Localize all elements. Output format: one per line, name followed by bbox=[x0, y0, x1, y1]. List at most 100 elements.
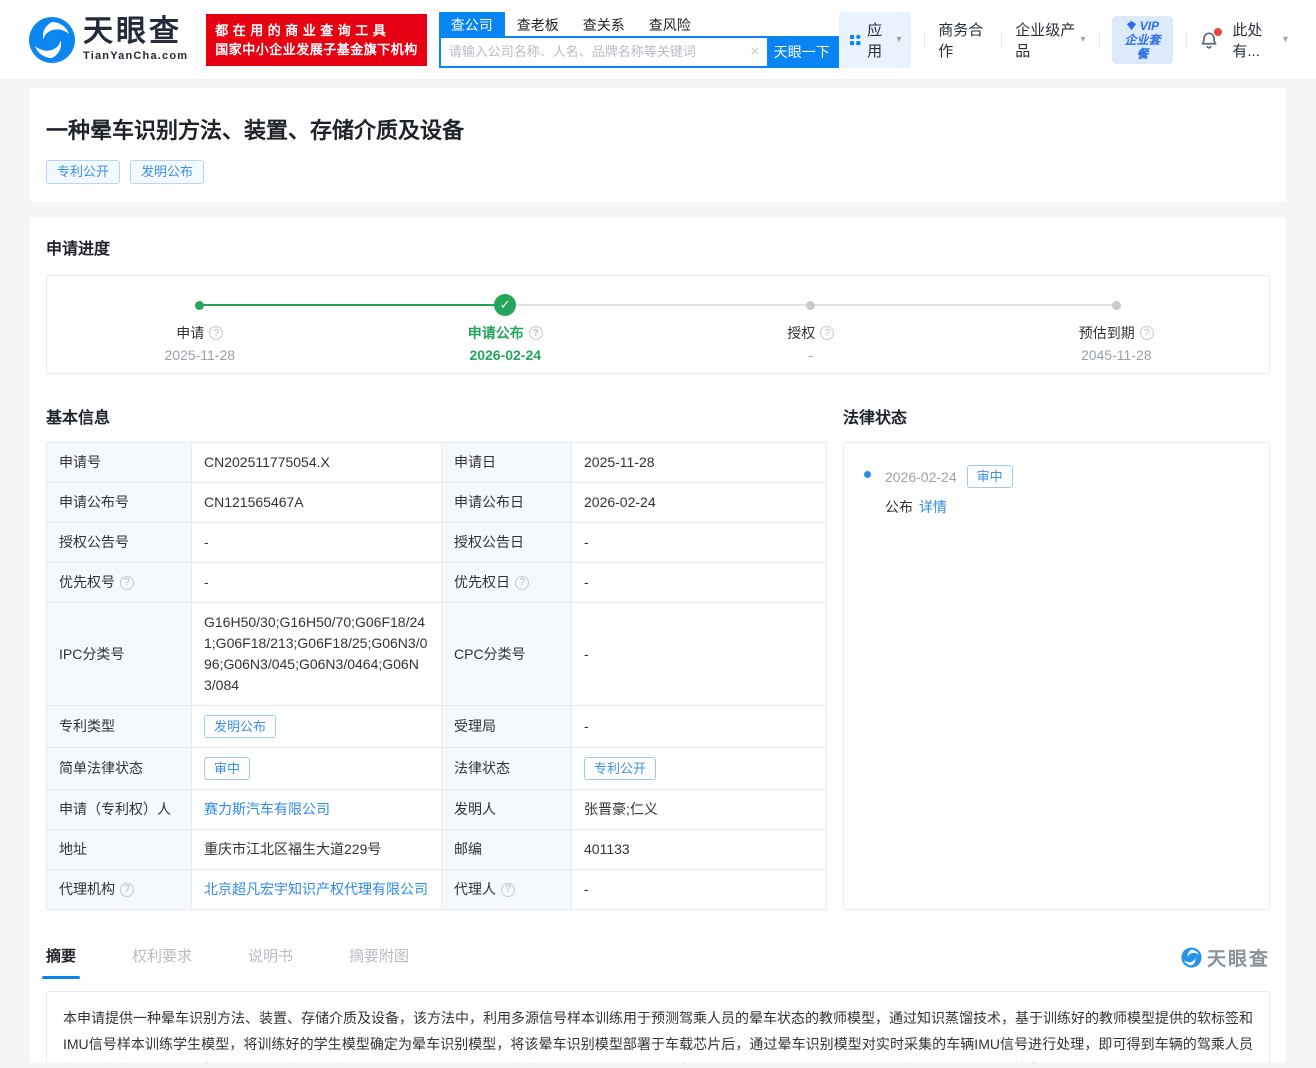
table-row: 申请号 CN202511775054.X 申请日 2025-11-28 bbox=[46, 442, 827, 483]
status-badge: 审中 bbox=[204, 757, 251, 780]
help-icon[interactable]: ? bbox=[120, 882, 134, 897]
info-columns: 基本信息 申请号 CN202511775054.X 申请日 2025-11-28 申请公… bbox=[46, 404, 1270, 910]
info-label-text: 优先权日 bbox=[454, 574, 510, 590]
promo-banner: 都在用的商业查询工具 国家中小企业发展子基金旗下机构 bbox=[206, 13, 427, 66]
nav-more[interactable]: 此处有... ▾ bbox=[1232, 19, 1288, 61]
doc-tab-2[interactable]: 说明书 bbox=[248, 945, 293, 979]
notification-dot bbox=[1214, 27, 1223, 36]
info-label: 地址 bbox=[59, 839, 179, 860]
doc-tab-1[interactable]: 权利要求 bbox=[132, 945, 192, 979]
search-tab-boss[interactable]: 查老板 bbox=[505, 12, 571, 36]
timeline-step-label: 预估到期? bbox=[1079, 323, 1154, 343]
abstract-panel: 本申请提供一种晕车识别方法、装置、存储介质及设备，该方法中，利用多源信号样本训练… bbox=[46, 991, 1270, 1063]
timeline-dot-wrap bbox=[195, 294, 205, 316]
help-icon[interactable]: ? bbox=[515, 575, 529, 590]
info-value: - bbox=[204, 534, 209, 550]
search-area: 查公司查老板查关系查风险 × 天眼一下 bbox=[438, 11, 839, 68]
table-row: IPC分类号 G16H50/30;G16H50/70;G06F18/241;G06… bbox=[46, 602, 827, 706]
table-row: 简单法律状态 审中 法律状态 专利公开 bbox=[46, 747, 827, 790]
legal-status-top: 2026-02-24 审中 bbox=[885, 465, 1249, 488]
help-icon[interactable]: ? bbox=[209, 326, 224, 340]
info-label-text: 发明人 bbox=[454, 801, 496, 817]
info-label-cell: CPC分类号 bbox=[441, 602, 572, 706]
logo-title: 天眼查 bbox=[83, 15, 182, 48]
info-label-cell: 申请公布号 bbox=[46, 482, 192, 523]
table-row: 授权公告号 - 授权公告日 - bbox=[46, 522, 827, 563]
nav-enterprise-products[interactable]: 企业级产品 ▾ bbox=[1015, 19, 1085, 61]
info-value: CN121565467A bbox=[204, 494, 304, 510]
info-value-cell: 401133 bbox=[571, 829, 827, 870]
info-label-cell: 申请日 bbox=[441, 442, 572, 483]
info-label-text: 专利类型 bbox=[59, 718, 115, 734]
timeline-step-date: 2045-11-28 bbox=[1080, 347, 1152, 363]
search-input[interactable] bbox=[440, 37, 743, 66]
info-label-text: 简单法律状态 bbox=[59, 760, 143, 776]
info-label: 发明人 bbox=[454, 799, 559, 820]
info-label-text: 优先权号 bbox=[59, 574, 115, 590]
info-label-cell: 地址 bbox=[46, 829, 192, 870]
info-value: - bbox=[584, 534, 589, 550]
info-label-text: 申请号 bbox=[59, 454, 101, 470]
info-label-cell: IPC分类号 bbox=[46, 602, 192, 706]
apps-grid-icon bbox=[849, 34, 861, 45]
info-value-cell: 2025-11-28 bbox=[571, 442, 827, 483]
info-value-cell: 赛力斯汽车有限公司 bbox=[191, 789, 442, 830]
doc-tab-0[interactable]: 摘要 bbox=[46, 945, 76, 979]
info-label-cell: 代理机构? bbox=[46, 869, 192, 910]
promo-banner-line2: 国家中小企业发展子基金旗下机构 bbox=[215, 41, 418, 57]
timeline-step-label: 授权? bbox=[787, 323, 835, 343]
clear-icon[interactable]: × bbox=[743, 38, 767, 66]
patent-detail-card: 申请进度 申请? 2025-11-28 ✓ 申请公布? 2026-02-24 授权? - 预估… bbox=[30, 217, 1286, 1063]
info-label-text: IPC分类号 bbox=[59, 645, 125, 662]
page-title: 一种晕车识别方法、装置、存储介质及设备 bbox=[46, 118, 465, 143]
info-value: 张晋豪;仁义 bbox=[584, 801, 658, 817]
vip-package-button[interactable]: VIP 企业套餐 bbox=[1112, 15, 1173, 64]
timeline-dot-wrap: ✓ bbox=[494, 294, 517, 316]
info-link[interactable]: 赛力斯汽车有限公司 bbox=[204, 801, 330, 817]
document-tabs-row: 摘要 权利要求 说明书 摘要附图 天眼查 bbox=[46, 944, 1270, 979]
vip-label: VIP bbox=[1139, 18, 1160, 33]
help-icon[interactable]: ? bbox=[120, 575, 134, 590]
tianyancha-logo[interactable]: 天眼查 TianYanCha.com bbox=[28, 16, 188, 64]
info-label: 申请日 bbox=[454, 452, 559, 473]
info-label-text: 代理机构 bbox=[59, 881, 115, 897]
info-value-cell: CN121565467A bbox=[191, 482, 442, 523]
info-label-cell: 优先权号? bbox=[46, 562, 192, 603]
apps-label: 应用 bbox=[867, 21, 883, 60]
step-label-text: 授权 bbox=[787, 325, 816, 341]
timeline-dot bbox=[1111, 300, 1121, 310]
help-icon[interactable]: ? bbox=[820, 326, 835, 340]
step-label-text: 申请 bbox=[176, 325, 205, 341]
application-progress-timeline: 申请? 2025-11-28 ✓ 申请公布? 2026-02-24 授权? - 预估到期? 20… bbox=[46, 275, 1270, 374]
search-tab-company[interactable]: 查公司 bbox=[438, 11, 505, 36]
help-icon[interactable]: ? bbox=[1139, 326, 1154, 340]
info-link[interactable]: 北京超凡宏宇知识产权代理有限公司 bbox=[204, 881, 428, 897]
info-value-cell: 发明公布 bbox=[191, 705, 442, 748]
timeline-step-label: 申请? bbox=[176, 323, 224, 343]
info-value: CN202511775054.X bbox=[204, 454, 330, 470]
info-label-cell: 法律状态 bbox=[441, 747, 572, 790]
legal-status-detail: 公布 详情 bbox=[885, 497, 1249, 517]
timeline-step: 预估到期? 2045-11-28 bbox=[964, 276, 1270, 373]
help-icon[interactable]: ? bbox=[501, 882, 515, 897]
search-tab-relation[interactable]: 查关系 bbox=[571, 12, 637, 36]
legal-detail-link[interactable]: 详情 bbox=[919, 497, 947, 517]
section-title-legal-status: 法律状态 bbox=[843, 410, 908, 427]
divider bbox=[1185, 31, 1187, 48]
search-tab-risk[interactable]: 查风险 bbox=[637, 12, 703, 36]
help-icon[interactable]: ? bbox=[528, 326, 543, 340]
notifications-button[interactable] bbox=[1199, 27, 1223, 50]
search-button[interactable]: 天眼一下 bbox=[766, 37, 837, 66]
legal-status-date: 2026-02-24 bbox=[885, 468, 957, 485]
info-label: 受理局 bbox=[454, 716, 559, 737]
nav-business-cooperation[interactable]: 商务合作 bbox=[938, 19, 988, 61]
section-title-progress: 申请进度 bbox=[46, 241, 111, 258]
status-badge: 发明公布 bbox=[204, 715, 277, 738]
doc-tab-3[interactable]: 摘要附图 bbox=[349, 945, 409, 979]
timeline-dot-wrap bbox=[1111, 294, 1121, 316]
info-label: CPC分类号 bbox=[454, 644, 559, 665]
info-label: 法律状态 bbox=[454, 758, 559, 779]
apps-menu-button[interactable]: 应用 ▾ bbox=[838, 11, 912, 68]
chevron-down-icon: ▾ bbox=[1080, 34, 1086, 45]
timeline-dot-wrap bbox=[806, 294, 816, 316]
